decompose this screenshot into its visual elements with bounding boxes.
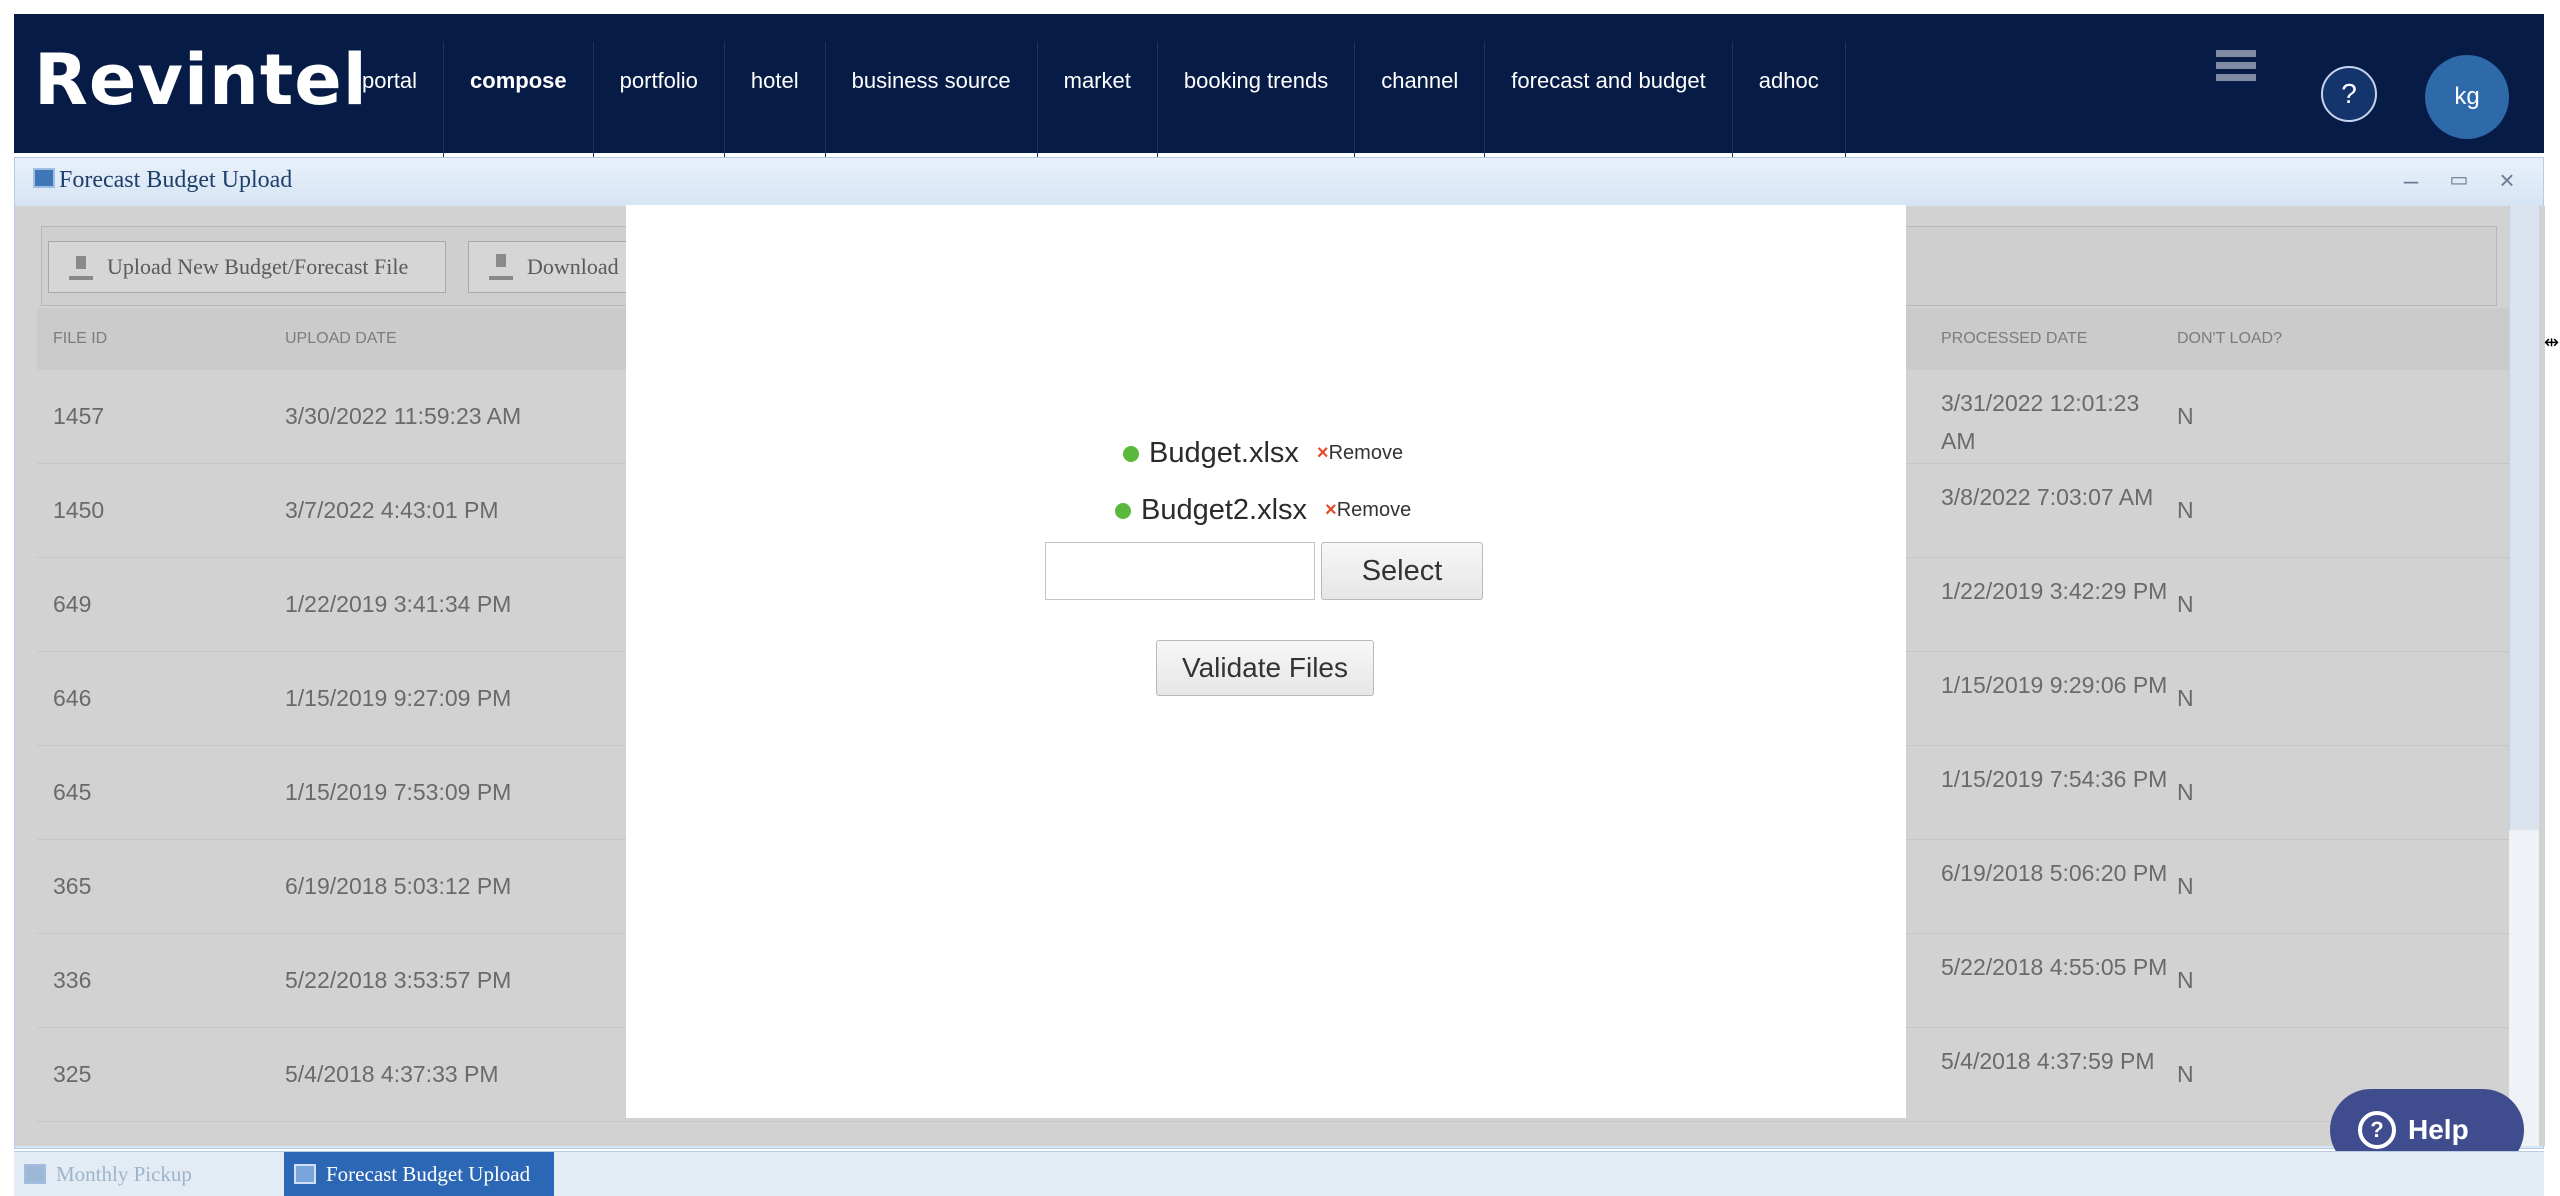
cell-file-id: 365 xyxy=(53,873,92,899)
cell-upload-date: 6/19/2018 5:03:12 PM xyxy=(285,873,512,899)
cell-dont-load: N xyxy=(2177,779,2194,805)
cell-processed-date: 1/15/2019 7:54:36 PM xyxy=(1941,766,2168,792)
file-status-dot-icon xyxy=(1115,502,1131,519)
taskbar-item-label: Monthly Pickup xyxy=(56,1162,192,1186)
cell-processed-date: 3/8/2022 7:03:07 AM xyxy=(1941,484,2154,510)
cell-dont-load: N xyxy=(2177,591,2194,617)
close-icon[interactable]: × xyxy=(2493,166,2521,194)
validate-files-button[interactable]: Validate Files xyxy=(1156,640,1374,696)
cell-dont-load: N xyxy=(2177,403,2194,429)
file-path-input[interactable] xyxy=(1045,542,1315,600)
remove-file-button[interactable]: ×Remove xyxy=(1317,442,1403,464)
nav-item-market[interactable]: market xyxy=(1038,42,1158,162)
upload-new-file-button[interactable]: Upload New Budget/Forecast File xyxy=(48,241,446,293)
help-button-label: Help xyxy=(2408,1114,2469,1145)
nav-item-hotel[interactable]: hotel xyxy=(725,42,826,162)
main-nav: portal compose portfolio hotel business … xyxy=(336,42,1846,162)
hamburger-menu-icon[interactable] xyxy=(2216,50,2256,94)
uploaded-file-item: Budget2.xlsx ×Remove xyxy=(1115,494,1411,534)
cell-upload-date: 5/4/2018 4:37:33 PM xyxy=(285,1061,499,1087)
user-avatar[interactable]: kg xyxy=(2425,55,2509,139)
cell-file-id: 336 xyxy=(53,967,92,993)
cell-processed-date: 5/4/2018 4:37:59 PM xyxy=(1941,1048,2155,1074)
cell-file-id: 646 xyxy=(53,685,92,711)
column-header-file-id[interactable]: FILE ID xyxy=(53,330,107,348)
cell-file-id: 649 xyxy=(53,591,92,617)
window-app-icon xyxy=(24,1164,46,1184)
top-navigation: Revintel portal compose portfolio hotel … xyxy=(0,0,2560,162)
remove-label: Remove xyxy=(1336,499,1412,521)
column-header-processed-date[interactable]: PROCESSED DATE xyxy=(1941,330,2087,348)
cell-dont-load: N xyxy=(2177,1061,2194,1087)
column-header-upload-date[interactable]: UPLOAD DATE xyxy=(285,330,397,348)
nav-item-adhoc[interactable]: adhoc xyxy=(1733,42,1846,162)
cell-upload-date: 3/7/2022 4:43:01 PM xyxy=(285,497,499,523)
remove-x-icon: × xyxy=(1325,499,1337,521)
remove-label: Remove xyxy=(1328,442,1404,464)
window-app-icon xyxy=(33,168,55,188)
cell-upload-date: 1/15/2019 9:27:09 PM xyxy=(285,685,512,711)
download-button[interactable]: Download xyxy=(468,241,648,293)
upload-icon xyxy=(69,254,93,280)
file-name: Budget2.xlsx xyxy=(1141,494,1308,526)
taskbar-item-monthly-pickup[interactable]: Monthly Pickup xyxy=(14,1152,284,1196)
nav-item-booking-trends[interactable]: booking trends xyxy=(1158,42,1356,162)
window-taskbar: Monthly Pickup Forecast Budget Upload xyxy=(14,1151,2544,1196)
cell-dont-load: N xyxy=(2177,873,2194,899)
cell-processed-date: 6/19/2018 5:06:20 PM xyxy=(1941,860,2168,886)
nav-item-business-source[interactable]: business source xyxy=(826,42,1038,162)
maximize-icon[interactable]: ▭ xyxy=(2445,166,2473,194)
window-title: Forecast Budget Upload xyxy=(59,167,293,193)
resize-cursor-icon: ⇹ xyxy=(2544,332,2560,352)
upload-button-label: Upload New Budget/Forecast File xyxy=(107,254,409,279)
cell-upload-date: 3/30/2022 11:59:23 AM xyxy=(285,403,522,429)
help-icon: ? xyxy=(2358,1111,2396,1149)
nav-item-forecast-and-budget[interactable]: forecast and budget xyxy=(1485,42,1733,162)
cell-file-id: 325 xyxy=(53,1061,92,1087)
download-icon xyxy=(489,254,513,280)
column-header-dont-load[interactable]: DON'T LOAD? xyxy=(2177,330,2282,348)
cell-processed-date: 1/22/2019 3:42:29 PM xyxy=(1941,578,2168,604)
nav-item-channel[interactable]: channel xyxy=(1355,42,1486,162)
file-status-dot-icon xyxy=(1123,445,1139,462)
uploaded-file-item: Budget.xlsx ×Remove xyxy=(1123,437,1403,477)
cell-file-id: 1450 xyxy=(53,497,105,523)
taskbar-item-label: Forecast Budget Upload xyxy=(326,1162,531,1186)
cell-upload-date: 1/22/2019 3:41:34 PM xyxy=(285,591,512,617)
cell-file-id: 1457 xyxy=(53,403,105,429)
select-file-button[interactable]: Select xyxy=(1321,542,1483,600)
file-name: Budget.xlsx xyxy=(1149,437,1299,469)
nav-item-portal[interactable]: portal xyxy=(336,42,445,162)
nav-bar: Revintel portal compose portfolio hotel … xyxy=(14,14,2544,162)
window-app-icon xyxy=(294,1164,316,1184)
window-title-bar[interactable]: Forecast Budget Upload – ▭ × xyxy=(15,158,2543,206)
nav-item-compose[interactable]: compose xyxy=(444,42,594,162)
cell-processed-date: 1/15/2019 9:29:06 PM xyxy=(1941,672,2168,698)
cell-file-id: 645 xyxy=(53,779,92,805)
remove-x-icon: × xyxy=(1316,442,1329,464)
cell-processed-date: 5/22/2018 4:55:05 PM xyxy=(1941,954,2168,980)
scrollbar-track[interactable] xyxy=(2509,830,2539,1146)
taskbar-item-forecast-budget-upload[interactable]: Forecast Budget Upload xyxy=(284,1152,554,1196)
cell-dont-load: N xyxy=(2177,497,2194,523)
revintel-logo[interactable]: Revintel xyxy=(34,39,368,121)
cell-dont-load: N xyxy=(2177,685,2194,711)
cell-upload-date: 1/15/2019 7:53:09 PM xyxy=(285,779,512,805)
cell-dont-load: N xyxy=(2177,967,2194,993)
help-question-icon[interactable]: ? xyxy=(2321,66,2377,122)
cell-processed-date: 3/31/2022 12:01:23 AM xyxy=(1941,390,2140,454)
minimize-icon[interactable]: – xyxy=(2397,166,2425,194)
cell-upload-date: 5/22/2018 3:53:57 PM xyxy=(285,967,512,993)
upload-modal: Budget.xlsx ×Remove Budget2.xlsx ×Remove S… xyxy=(626,205,1906,1118)
nav-item-portfolio[interactable]: portfolio xyxy=(594,42,725,162)
download-button-label: Download xyxy=(527,254,619,279)
remove-file-button[interactable]: ×Remove xyxy=(1325,499,1411,521)
